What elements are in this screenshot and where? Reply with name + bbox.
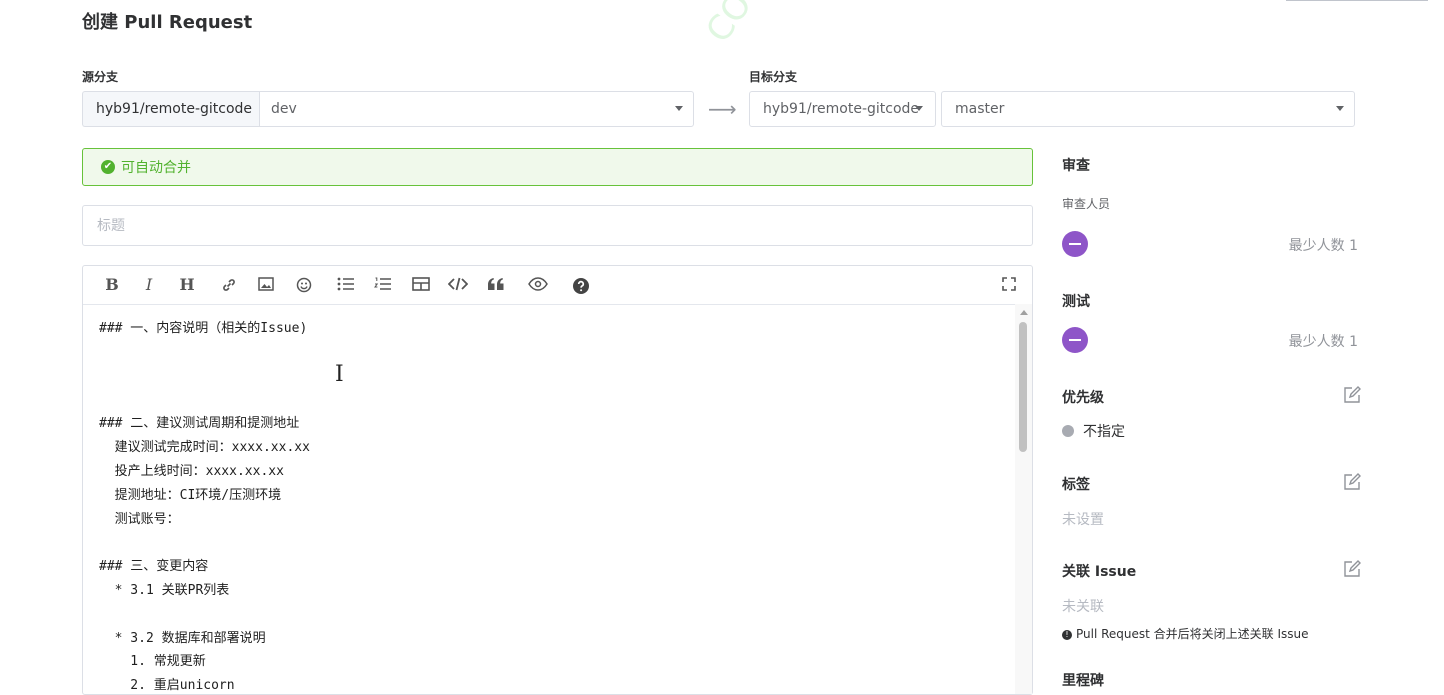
target-repo-value: hyb91/remote-gitcode xyxy=(763,101,920,117)
source-branch-value: dev xyxy=(271,101,297,117)
linked-issue-title: 关联 Issue xyxy=(1062,564,1137,580)
caret-down-icon xyxy=(675,106,683,111)
info-icon: ! xyxy=(1062,630,1072,640)
edit-issue-icon[interactable] xyxy=(1343,560,1361,578)
labels-title: 标签 xyxy=(1062,477,1090,493)
editor-textarea[interactable]: ### 一、内容说明（相关的Issue) ### 二、建议测试周期和提测地址 建… xyxy=(83,304,1014,694)
editor-toolbar: B I H xyxy=(83,266,1032,305)
linked-issue-value: 未关联 xyxy=(1062,599,1104,615)
editor-line: ### 一、内容说明（相关的Issue) xyxy=(99,321,308,336)
fullscreen-icon[interactable] xyxy=(998,275,1020,295)
issue-note: ! Pull Request 合并后将关闭上述关联 Issue xyxy=(1062,625,1309,642)
editor-scrollbar[interactable] xyxy=(1015,304,1032,694)
editor-line: ### 二、建议测试周期和提测地址 xyxy=(99,416,300,431)
issue-note-text: Pull Request 合并后将关闭上述关联 Issue xyxy=(1076,627,1309,641)
arrow-right-icon: ⟶ xyxy=(708,97,737,121)
caret-down-icon xyxy=(915,106,923,111)
test-title: 测试 xyxy=(1062,294,1090,310)
editor-line: 测试账号： xyxy=(99,512,180,527)
priority-value: 不指定 xyxy=(1083,424,1125,440)
labels-value: 未设置 xyxy=(1062,512,1104,528)
italic-icon[interactable]: I xyxy=(138,275,160,295)
editor-line: ### 三、变更内容 xyxy=(99,559,209,574)
text-cursor-icon: I xyxy=(335,362,344,387)
editor-line: 建议测试完成时间：xxxx.xx.xx xyxy=(99,440,310,455)
target-branch-value: master xyxy=(955,101,1005,117)
source-repo: hyb91/remote-gitcode xyxy=(82,91,260,127)
page-title: 创建 Pull Request xyxy=(82,12,253,33)
table-icon[interactable] xyxy=(410,275,432,295)
scroll-up-icon[interactable] xyxy=(1020,310,1028,315)
merge-status-text: 可自动合并 xyxy=(121,160,191,176)
source-branch-label: 源分支 xyxy=(82,70,119,84)
emoji-icon[interactable] xyxy=(293,275,315,295)
merge-status-alert: ✔ 可自动合并 xyxy=(82,148,1033,186)
editor-line: * 3.1 关联PR列表 xyxy=(99,583,230,598)
image-icon[interactable] xyxy=(255,275,277,295)
test-min-count: 最少人数 1 xyxy=(1288,334,1358,350)
preview-icon[interactable] xyxy=(527,275,549,295)
milestone-title: 里程碑 xyxy=(1062,673,1104,689)
remove-reviewer-icon[interactable] xyxy=(1062,231,1088,257)
scroll-thumb[interactable] xyxy=(1019,322,1027,452)
description-editor[interactable]: B I H ### 一、内容说明（相关的Issue) ### 二、建议测试周期和… xyxy=(82,265,1033,695)
ordered-list-icon[interactable] xyxy=(372,275,394,295)
source-branch-select[interactable]: dev xyxy=(259,91,694,127)
editor-line: 1. 常规更新 xyxy=(99,654,206,669)
editor-line: 提测地址：CI环境/压测环境 xyxy=(99,488,282,503)
title-input[interactable] xyxy=(82,205,1033,246)
code-icon[interactable] xyxy=(447,275,469,295)
edit-labels-icon[interactable] xyxy=(1343,473,1361,491)
bullet-list-icon[interactable] xyxy=(335,275,357,295)
remove-tester-icon[interactable] xyxy=(1062,327,1088,353)
editor-line: 2. 重启unicorn xyxy=(99,678,235,693)
edit-priority-icon[interactable] xyxy=(1343,386,1361,404)
review-title: 审查 xyxy=(1062,158,1090,174)
watermark: COY xyxy=(698,0,772,50)
review-min-count: 最少人数 1 xyxy=(1288,238,1358,254)
editor-line: 投产上线时间：xxxx.xx.xx xyxy=(99,464,284,479)
quote-icon[interactable] xyxy=(485,275,507,295)
caret-down-icon xyxy=(1336,106,1344,111)
help-icon[interactable] xyxy=(570,275,592,295)
bold-icon[interactable]: B xyxy=(101,275,123,295)
priority-title: 优先级 xyxy=(1062,390,1104,406)
target-branch-select[interactable]: master xyxy=(941,91,1355,127)
editor-line: * 3.2 数据库和部署说明 xyxy=(99,631,266,646)
priority-dot xyxy=(1062,425,1074,437)
reviewers-label: 审查人员 xyxy=(1062,197,1111,211)
link-icon[interactable] xyxy=(218,275,240,295)
check-circle-icon: ✔ xyxy=(101,160,115,174)
top-divider xyxy=(1286,0,1428,1)
target-branch-label: 目标分支 xyxy=(749,70,798,84)
heading-icon[interactable]: H xyxy=(176,275,198,295)
target-repo-select[interactable]: hyb91/remote-gitcode xyxy=(749,91,936,127)
